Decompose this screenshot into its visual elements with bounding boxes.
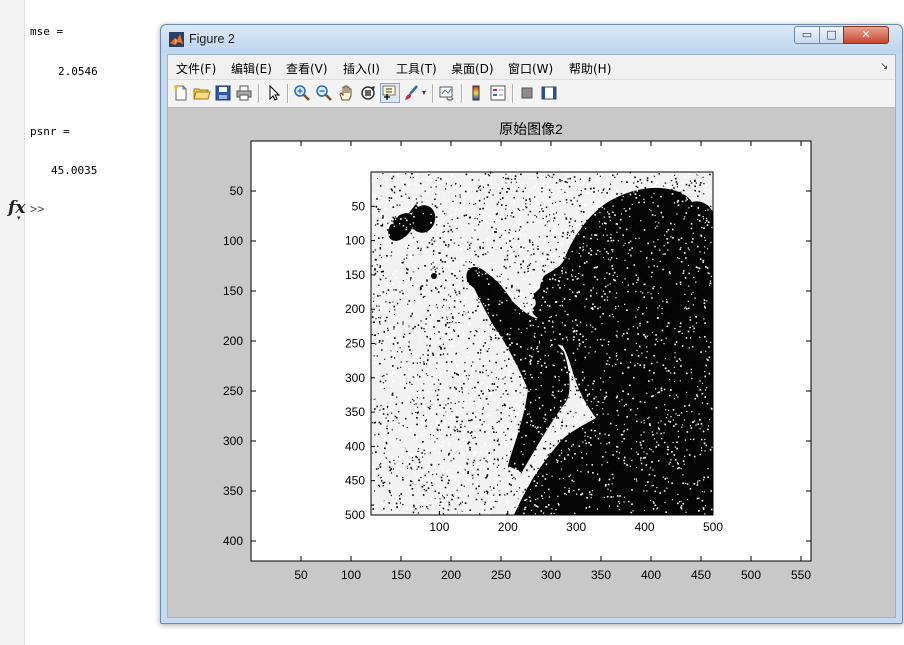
data-cursor-icon[interactable] [380,83,400,103]
minimize-button[interactable]: ▭ [794,26,820,44]
menu-tools[interactable]: 工具(T) [396,60,437,77]
outer-x-tick-label: 250 [491,568,511,582]
command-prompt[interactable]: >> [30,202,44,216]
pan-hand-icon[interactable] [337,84,355,102]
figure-title: Figure 2 [189,32,235,46]
brush-dropdown-icon[interactable]: ▾ [422,88,426,97]
outer-x-tick-label: 400 [641,568,661,582]
rotate-3d-icon[interactable] [359,84,377,102]
outer-y-tick-label: 200 [223,334,243,348]
outer-y-tick-label: 250 [223,384,243,398]
image-y-tick-label: 350 [345,405,365,419]
outer-x-tick-label: 450 [691,568,711,582]
outer-x-tick-label: 350 [591,568,611,582]
outer-y-tick-label: 400 [223,534,243,548]
open-file-icon[interactable] [193,84,211,102]
outer-y-tick-label: 150 [223,284,243,298]
brush-icon[interactable] [403,84,421,102]
output-psnr-label: psnr = [30,125,70,138]
outer-x-tick-label: 500 [741,568,761,582]
image-x-tick-label: 100 [429,520,449,534]
zoom-out-icon[interactable] [315,84,333,102]
menu-desktop[interactable]: 桌面(D) [451,60,494,77]
image-y-tick-label: 300 [345,371,365,385]
dock-arrow-icon[interactable]: ↘ [880,61,888,72]
outer-x-tick-label: 50 [294,568,308,582]
colorbar-icon[interactable] [467,84,485,102]
figure-toolbar: ▾ [168,80,895,108]
toolbar-separator [512,84,514,103]
outer-x-tick-label: 100 [341,568,361,582]
legend-icon[interactable] [489,84,507,102]
menu-bar: 文件(F) 编辑(E) 查看(V) 插入(I) 工具(T) 桌面(D) 窗口(W… [168,55,895,80]
image-x-tick-label: 400 [635,520,655,534]
outer-x-tick-label: 550 [791,568,811,582]
outer-y-tick-label: 100 [223,234,243,248]
edit-plot-arrow-icon[interactable] [265,84,283,102]
image-y-tick-label: 200 [345,302,365,316]
figure-client-area: 文件(F) 编辑(E) 查看(V) 插入(I) 工具(T) 桌面(D) 窗口(W… [167,54,896,618]
outer-y-tick-label: 50 [230,184,244,198]
new-figure-icon[interactable] [172,84,190,102]
menu-edit[interactable]: 编辑(E) [231,60,272,77]
image-group[interactable] [370,171,714,516]
figure-canvas[interactable]: 原始图像2 50 100 150 200 250 300 350 400 450 500 550 50… [168,108,895,617]
image-x-tick-label: 300 [566,520,586,534]
image-y-tick-label: 400 [345,439,365,453]
image-x-tick-label: 200 [498,520,518,534]
figure-window[interactable]: Figure 2 ▭ □ ✕ 文件(F) 编辑(E) 查看(V) 插入(I) 工… [160,24,903,624]
command-window-gutter [0,0,25,645]
output-psnr-value: 45.0035 [51,164,98,177]
image-y-tick-label: 50 [352,199,366,213]
menu-help[interactable]: 帮助(H) [569,60,611,77]
output-mse-value: 2.0546 [58,65,98,78]
show-plot-tools-icon[interactable] [540,84,558,102]
image-y-tick-label: 100 [345,234,365,248]
save-icon[interactable] [214,84,232,102]
function-browser-caret-icon[interactable]: ▾ [17,214,21,222]
maximize-button[interactable]: □ [819,26,844,44]
image-y-tick-label: 450 [345,474,365,488]
image-x-tick-label: 500 [703,520,723,534]
toolbar-separator [287,84,289,103]
outer-x-tick-label: 300 [541,568,561,582]
matlab-logo-icon [169,32,184,47]
print-icon[interactable] [235,84,253,102]
hide-plot-tools-icon[interactable] [518,84,536,102]
menu-window[interactable]: 窗口(W) [508,60,553,77]
figure-titlebar[interactable]: Figure 2 ▭ □ ✕ [161,25,902,53]
outer-y-tick-label: 300 [223,434,243,448]
menu-view[interactable]: 查看(V) [286,60,328,77]
outer-y-tick-label: 350 [223,484,243,498]
output-mse-label: mse = [30,25,64,38]
zoom-in-icon[interactable] [293,84,311,102]
menu-file[interactable]: 文件(F) [176,60,216,77]
toolbar-separator [461,84,463,103]
outer-x-tick-label: 200 [441,568,461,582]
plot-area[interactable]: 原始图像2 50 100 150 200 250 300 350 400 450 500 550 50… [168,108,895,617]
toolbar-separator [258,84,260,103]
menu-insert[interactable]: 插入(I) [343,60,380,77]
axes-title: 原始图像2 [499,121,563,137]
close-button[interactable]: ✕ [843,26,889,44]
toolbar-separator [432,84,434,103]
image-y-tick-label: 250 [345,337,365,351]
image-y-tick-label: 500 [345,508,365,522]
link-plot-icon[interactable] [438,84,456,102]
outer-x-tick-label: 150 [391,568,411,582]
image-y-tick-label: 150 [345,268,365,282]
